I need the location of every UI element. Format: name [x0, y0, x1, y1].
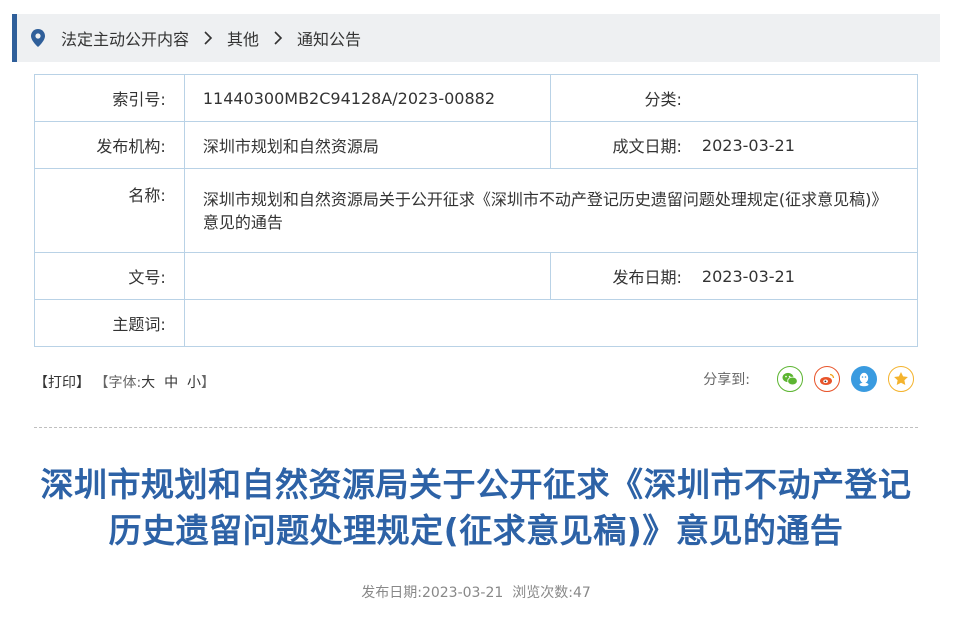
index-label: 索引号:: [34, 74, 185, 122]
font-size-small-link[interactable]: 小: [187, 375, 201, 391]
publish-date-meta-value: 2023-03-21: [421, 585, 504, 601]
info-row-keywords: 主题词:: [34, 299, 919, 347]
publish-date-value: 2023-03-21: [701, 252, 918, 300]
qq-icon[interactable]: [851, 366, 877, 392]
keywords-label: 主题词:: [34, 299, 185, 347]
info-row-name: 名称: 深圳市规划和自然资源局关于公开征求《深圳市不动产登记历史遗留问题处理规定…: [34, 168, 919, 253]
weibo-icon[interactable]: [814, 366, 840, 392]
font-size-prefix: 【字体:: [94, 375, 142, 391]
index-value: 11440300MB2C94128A/2023-00882: [183, 74, 551, 122]
breadcrumb-item-other[interactable]: 其他: [227, 26, 259, 50]
breadcrumb: 法定主动公开内容 其他 通知公告: [12, 14, 940, 62]
doc-number-label: 文号:: [34, 252, 185, 300]
issuer-label: 发布机构:: [34, 121, 185, 169]
print-link[interactable]: 【打印】: [34, 375, 90, 391]
chevron-right-icon: [273, 31, 283, 45]
article-title: 深圳市规划和自然资源局关于公开征求《深圳市不动产登记历史遗留问题处理规定(征求意…: [40, 465, 912, 550]
view-count-value: 47: [572, 585, 591, 601]
created-date-label: 成文日期:: [549, 121, 702, 169]
publish-date-label: 发布日期:: [549, 252, 702, 300]
font-size-medium-link[interactable]: 中: [164, 375, 178, 391]
font-size-suffix: 】: [200, 375, 215, 391]
font-size-large-link[interactable]: 大: [141, 375, 155, 391]
article-meta: 发布日期:2023-03-21 浏览次数:47: [34, 582, 918, 602]
chevron-right-icon: [203, 31, 213, 45]
view-count-label: 浏览次数:: [512, 585, 573, 601]
wechat-icon[interactable]: [777, 366, 803, 392]
info-row-docno: 文号: 发布日期: 2023-03-21: [34, 252, 918, 300]
name-label: 名称:: [34, 168, 185, 253]
category-value: [701, 74, 918, 122]
issuer-value: 深圳市规划和自然资源局: [183, 121, 551, 169]
document-info-table: 索引号: 11440300MB2C94128A/2023-00882 分类: 发…: [34, 74, 919, 347]
breadcrumb-item-notices[interactable]: 通知公告: [297, 26, 361, 50]
created-date-value: 2023-03-21: [701, 121, 918, 169]
category-label: 分类:: [549, 74, 702, 122]
info-row-issuer: 发布机构: 深圳市规划和自然资源局 成文日期: 2023-03-21: [34, 121, 918, 169]
info-row-index: 索引号: 11440300MB2C94128A/2023-00882 分类:: [34, 74, 918, 122]
name-value: 深圳市规划和自然资源局关于公开征求《深圳市不动产登记历史遗留问题处理规定(征求意…: [183, 168, 919, 253]
dashed-divider: [34, 427, 918, 428]
doc-number-value: [183, 252, 551, 300]
publish-date-meta-label: 发布日期:: [361, 585, 422, 601]
location-pin-icon: [31, 29, 45, 47]
share-label: 分享到:: [703, 372, 750, 388]
qzone-icon[interactable]: [888, 366, 914, 392]
share-bar: 分享到:: [703, 366, 914, 392]
keywords-value: [183, 299, 919, 347]
breadcrumb-item-public-content[interactable]: 法定主动公开内容: [61, 26, 189, 50]
article-tools: 【打印】 【字体:大 中 小】: [34, 372, 215, 392]
